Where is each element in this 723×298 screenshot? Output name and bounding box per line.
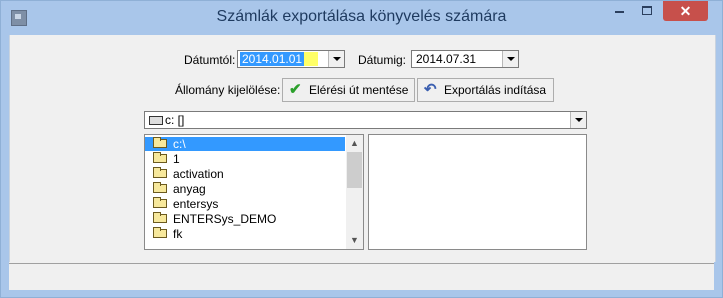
- folder-icon: [153, 182, 167, 193]
- folder-icon: [153, 167, 167, 178]
- directory-item[interactable]: c:\: [145, 137, 345, 151]
- open-folder-icon: [153, 137, 167, 148]
- save-path-button-label: Elérési út mentése: [309, 83, 409, 97]
- date-to-value[interactable]: 2014.07.31: [414, 52, 478, 66]
- maximize-button[interactable]: [634, 1, 660, 21]
- file-selection-label: Állomány kijelölése:: [175, 83, 281, 97]
- date-from-value[interactable]: 2014.01.01: [240, 52, 319, 66]
- window-frame-left: [1, 35, 9, 290]
- directory-item[interactable]: ENTERSys_DEMO: [145, 212, 345, 226]
- directory-item[interactable]: activation: [145, 167, 345, 181]
- status-bar: [9, 263, 714, 291]
- export-invoices-window: Számlák exportálása könyvelés számára ✕ …: [0, 0, 723, 298]
- date-from-label: Dátumtól:: [184, 53, 236, 67]
- date-to-label: Dátumig:: [358, 53, 407, 67]
- scroll-down-icon[interactable]: ▼: [346, 232, 363, 249]
- directory-name: entersys: [173, 197, 219, 211]
- directory-item[interactable]: entersys: [145, 197, 345, 211]
- checkmark-icon: ✔: [289, 81, 302, 98]
- drive-combo[interactable]: c: []: [144, 111, 587, 129]
- directory-name: activation: [173, 167, 224, 181]
- folder-icon: [153, 212, 167, 223]
- directory-item[interactable]: 1: [145, 152, 345, 166]
- date-to-dropdown-icon[interactable]: [502, 51, 518, 67]
- start-export-button-label: Exportálás indítása: [444, 83, 547, 97]
- file-list[interactable]: [368, 134, 587, 250]
- directory-scrollbar[interactable]: ▲ ▼: [346, 135, 363, 249]
- close-button[interactable]: ✕: [663, 1, 708, 21]
- drive-dropdown-icon[interactable]: [570, 112, 586, 128]
- folder-icon: [153, 227, 167, 238]
- undo-arrow-icon: ↶: [424, 81, 437, 98]
- date-from-combo[interactable]: 2014.01.01: [237, 50, 345, 68]
- window-frame-bottom: [1, 290, 722, 297]
- directory-name: c:\: [173, 137, 186, 151]
- title-bar[interactable]: Számlák exportálása könyvelés számára ✕: [1, 1, 722, 35]
- scroll-up-icon[interactable]: ▲: [346, 135, 363, 152]
- directory-name: ENTERSys_DEMO: [173, 212, 277, 226]
- directory-name: fk: [173, 227, 183, 241]
- directory-name: 1: [173, 152, 180, 166]
- date-to-combo[interactable]: 2014.07.31: [411, 50, 519, 68]
- directory-item[interactable]: anyag: [145, 182, 345, 196]
- start-export-button[interactable]: ↶ Exportálás indítása: [417, 78, 554, 102]
- date-from-dropdown-icon[interactable]: [328, 51, 344, 67]
- folder-icon: [153, 197, 167, 208]
- folder-icon: [153, 152, 167, 163]
- directory-list[interactable]: c:\ 1 activation anyag entersys ENTERSys…: [144, 134, 364, 250]
- drive-value: c: []: [165, 113, 185, 127]
- save-path-button[interactable]: ✔ Elérési út mentése: [282, 78, 415, 102]
- scrollbar-thumb[interactable]: [347, 152, 362, 188]
- directory-name: anyag: [173, 182, 206, 196]
- directory-item[interactable]: fk: [145, 227, 345, 241]
- minimize-button[interactable]: [606, 1, 632, 21]
- drive-icon: [149, 116, 163, 125]
